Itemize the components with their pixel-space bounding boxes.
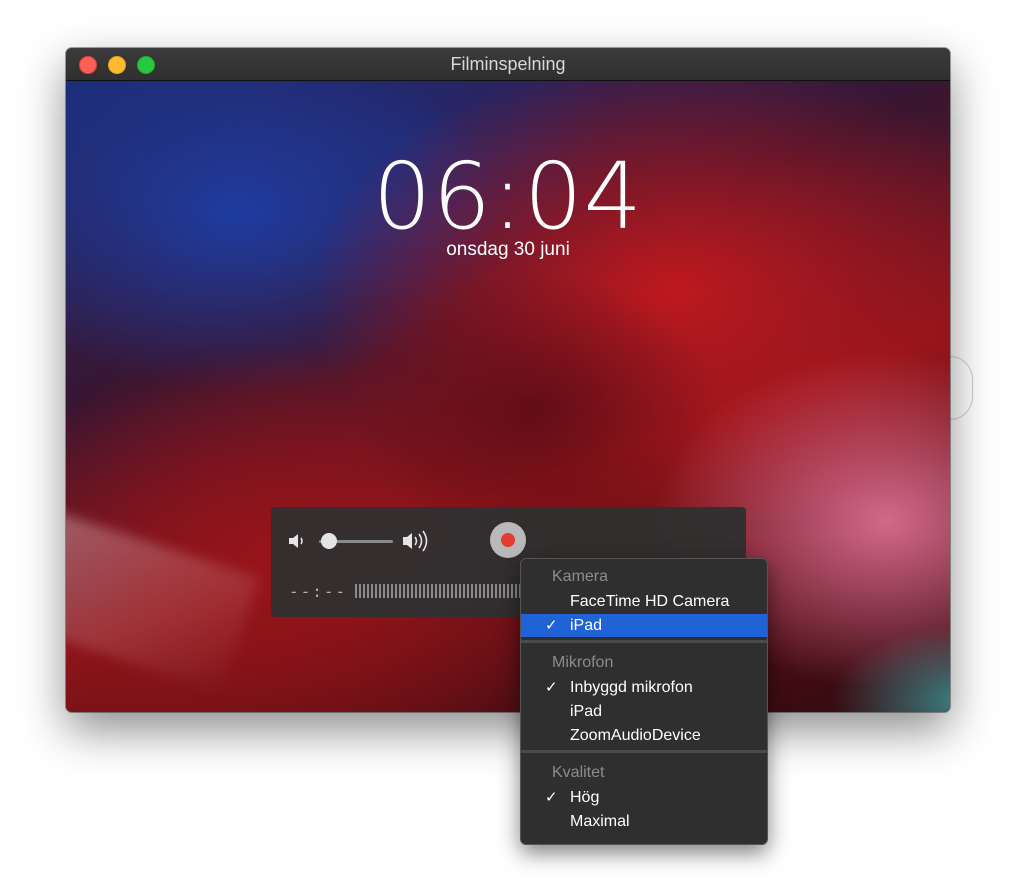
menu-item[interactable]: ✓ Hög [521, 786, 767, 809]
menu-item-label: FaceTime HD Camera [570, 593, 730, 610]
wallpaper-highlight [66, 509, 260, 693]
menu-item-label: Hög [570, 789, 600, 806]
menu-section-header: Mikrofon [552, 654, 614, 671]
checkmark-icon: ✓ [545, 789, 558, 806]
menu-item-label: iPad [570, 617, 603, 634]
menu-item[interactable]: ZoomAudioDevice [521, 724, 767, 747]
menu-item[interactable]: FaceTime HD Camera [521, 590, 767, 613]
menu-item-label: iPad [570, 703, 603, 720]
menu-item-label: ZoomAudioDevice [570, 727, 701, 744]
volume-high-icon[interactable] [401, 529, 435, 553]
menu-item[interactable]: ✓ iPad [521, 614, 767, 637]
menu-item[interactable]: Maximal [521, 810, 767, 833]
checkmark-icon: ✓ [545, 617, 558, 634]
menu-item-label: Maximal [570, 813, 630, 830]
record-button[interactable] [490, 522, 526, 558]
menu-item[interactable]: iPad [521, 700, 767, 723]
desktop: Filminspelning 06:04 onsdag 30 juni ● ◘ … [0, 0, 1024, 894]
audio-level-meter [355, 584, 525, 598]
volume-slider-knob[interactable] [320, 533, 337, 549]
menu-separator [521, 640, 767, 643]
recording-options-menu: Kamera FaceTime HD Camera ✓ iPad Mikrofon ✓ In… [520, 558, 768, 845]
video-preview: 06:04 onsdag 30 juni ● ◘ [66, 81, 950, 712]
menu-section-header: Kamera [552, 568, 609, 585]
menu-separator [521, 750, 767, 753]
lockscreen-time: 06:04 [372, 143, 644, 250]
menu-section-header: Kvalitet [552, 764, 605, 781]
menu-item[interactable]: ✓ Inbyggd mikrofon [521, 676, 767, 699]
lockscreen-date: onsdag 30 juni [446, 239, 570, 260]
menu-item-label: Inbyggd mikrofon [570, 679, 693, 696]
checkmark-icon: ✓ [545, 679, 558, 696]
record-dot-icon [501, 533, 515, 547]
background-window-edge [950, 356, 973, 420]
window-title: Filminspelning [450, 54, 566, 74]
recording-timecode: --:-- [289, 582, 348, 601]
volume-low-icon[interactable] [287, 531, 309, 551]
title-bar[interactable]: Filminspelning [66, 48, 950, 81]
